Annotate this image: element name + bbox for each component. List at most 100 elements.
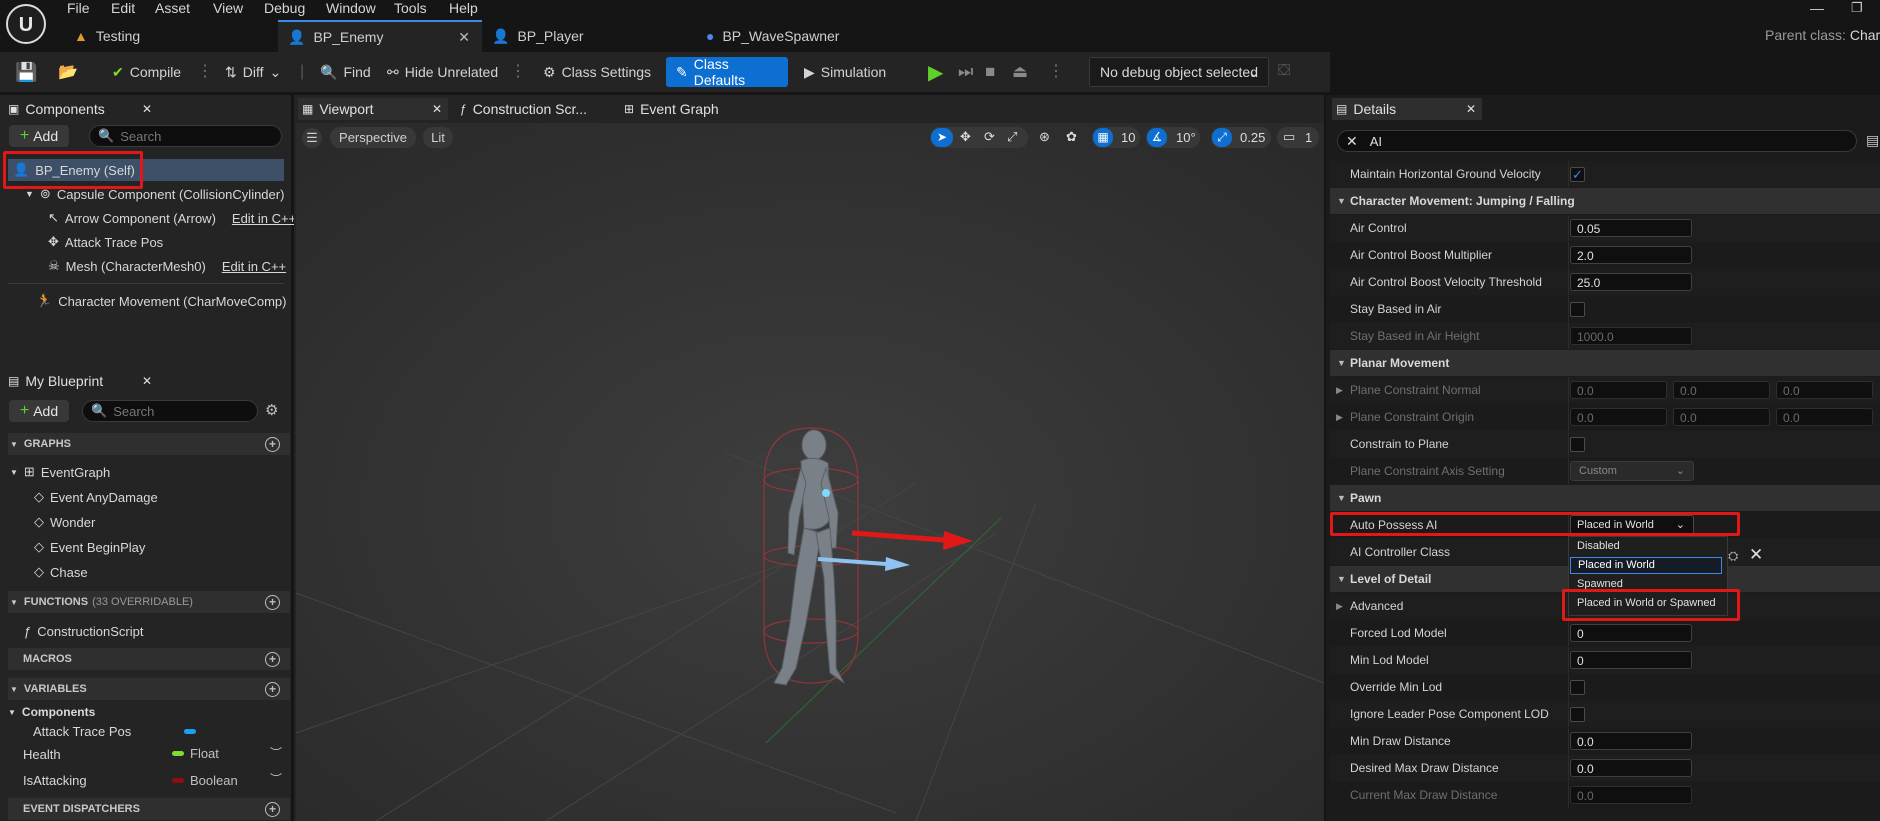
camera-icon[interactable]: ▭ bbox=[1283, 129, 1295, 145]
menu-help[interactable]: Help bbox=[449, 0, 478, 16]
functions-section[interactable]: ▼ FUNCTIONS (33 OVERRIDABLE) + bbox=[8, 591, 290, 613]
find-button[interactable]: 🔍 Find bbox=[320, 57, 371, 87]
tab-bp-player[interactable]: 👤 BP_Player bbox=[492, 20, 692, 52]
expand-arrow-icon[interactable]: ▶ bbox=[1336, 412, 1343, 423]
world-local-icon[interactable]: ⊛ bbox=[1039, 129, 1050, 145]
variable-row[interactable]: IsAttacking bbox=[23, 769, 87, 791]
menu-debug[interactable]: Debug bbox=[264, 0, 305, 16]
class-settings-button[interactable]: ⚙ Class Settings bbox=[543, 57, 651, 87]
vector-component-field[interactable]: 0.0 bbox=[1776, 381, 1873, 399]
play-icon[interactable]: ▶ bbox=[928, 57, 943, 87]
edit-in-cpp-link[interactable]: Edit in C++ bbox=[232, 211, 296, 226]
minimize-icon[interactable]: — bbox=[1810, 0, 1824, 16]
close-tab-icon[interactable]: ✕ bbox=[458, 29, 470, 46]
stop-icon[interactable]: ■ bbox=[985, 57, 995, 87]
debug-filter-icon[interactable]: ⛋ bbox=[1278, 62, 1290, 80]
viewport-tab[interactable]: ▦ Viewport ✕ bbox=[298, 98, 448, 120]
details-search-input[interactable]: ✕ AI bbox=[1337, 130, 1857, 152]
number-field[interactable]: 0.05 bbox=[1570, 219, 1692, 237]
clear-class-icon[interactable]: ✕ bbox=[1749, 545, 1763, 565]
save-icon[interactable]: 💾 bbox=[15, 57, 37, 87]
vector-component-field[interactable]: 0.0 bbox=[1776, 408, 1873, 426]
details-category[interactable]: ▼ Planar Movement bbox=[1330, 350, 1880, 376]
my-blueprint-tab[interactable]: ▤ My Blueprint ✕ bbox=[8, 370, 158, 392]
class-defaults-button[interactable]: ✎ Class Defaults bbox=[666, 56, 788, 88]
rotation-snap-value[interactable]: 10° bbox=[1176, 130, 1196, 145]
simulation-button[interactable]: ▶ Simulation bbox=[804, 57, 886, 87]
scale-tool-icon[interactable]: ⤢ bbox=[1007, 129, 1017, 145]
component-mesh[interactable]: ☠ Mesh (CharacterMesh0) Edit in C++ bbox=[48, 255, 286, 277]
rotate-tool-icon[interactable]: ⟳ bbox=[984, 129, 995, 145]
close-tab-icon[interactable]: ✕ bbox=[432, 102, 442, 116]
dropdown-option-selected[interactable]: Placed in World bbox=[1570, 557, 1722, 574]
select-tool-icon[interactable]: ➤ bbox=[931, 128, 953, 147]
rotation-snap-icon[interactable]: ∡ bbox=[1147, 128, 1167, 147]
graphs-section[interactable]: ▼ GRAPHS + bbox=[8, 433, 290, 455]
clear-search-icon[interactable]: ✕ bbox=[1346, 133, 1358, 150]
variable-expose-icon[interactable]: ︶ bbox=[270, 744, 282, 761]
event-item[interactable]: ◇ Wonder bbox=[34, 511, 95, 533]
number-field[interactable]: 0 bbox=[1570, 651, 1692, 669]
number-field[interactable]: 1000.0 bbox=[1570, 327, 1692, 345]
number-field[interactable]: 2.0 bbox=[1570, 246, 1692, 264]
lit-button[interactable]: Lit bbox=[423, 127, 453, 148]
number-field[interactable]: 25.0 bbox=[1570, 273, 1692, 291]
advance-frame-icon[interactable]: ⏭ bbox=[958, 57, 973, 87]
compile-button[interactable]: ✔ Compile bbox=[112, 57, 181, 87]
close-panel-icon[interactable]: ✕ bbox=[142, 102, 152, 116]
menu-window[interactable]: Window bbox=[326, 0, 376, 16]
camera-speed-value[interactable]: 1 bbox=[1305, 130, 1312, 145]
details-category[interactable]: ▼ Pawn bbox=[1330, 485, 1880, 511]
diff-button[interactable]: ⇅ Diff ⌄ bbox=[225, 57, 281, 87]
axis-setting-dropdown[interactable]: Custom ⌄ bbox=[1570, 461, 1694, 481]
variable-row[interactable]: Attack Trace Pos bbox=[33, 720, 131, 742]
menu-edit[interactable]: Edit bbox=[111, 0, 135, 16]
perspective-button[interactable]: Perspective bbox=[330, 127, 416, 148]
menu-file[interactable]: File bbox=[67, 0, 90, 16]
tab-testing[interactable]: ▲ Testing bbox=[70, 20, 274, 52]
event-item[interactable]: ◇ Event AnyDamage bbox=[34, 486, 158, 508]
vector-component-field[interactable]: 0.0 bbox=[1673, 408, 1770, 426]
number-field[interactable]: 0 bbox=[1570, 624, 1692, 642]
add-blueprint-item-button[interactable]: + Add bbox=[9, 400, 69, 422]
add-function-icon[interactable]: + bbox=[265, 594, 280, 610]
tab-bp-wavespawner[interactable]: ● BP_WaveSpawner bbox=[706, 20, 926, 52]
settings-gear-icon[interactable]: ⚙ bbox=[265, 401, 278, 419]
property-checkbox[interactable]: ✓ bbox=[1570, 166, 1585, 182]
move-tool-icon[interactable]: ✥ bbox=[960, 129, 971, 145]
component-capsule[interactable]: ▼ ⊚ Capsule Component (CollisionCylinder… bbox=[25, 183, 284, 205]
close-panel-icon[interactable]: ✕ bbox=[1466, 102, 1476, 116]
expand-arrow-icon[interactable]: ▶ bbox=[1336, 385, 1343, 396]
add-graph-icon[interactable]: + bbox=[265, 436, 280, 452]
viewport-3d[interactable] bbox=[296, 123, 1324, 821]
event-item[interactable]: ◇ Event BeginPlay bbox=[34, 536, 145, 558]
play-options-icon[interactable]: ⋮ bbox=[1048, 60, 1064, 84]
hide-options-icon[interactable]: ⋮ bbox=[510, 60, 526, 84]
tab-bp-enemy[interactable]: 👤 BP_Enemy ✕ bbox=[278, 20, 482, 52]
number-field[interactable]: 0.0 bbox=[1570, 786, 1692, 804]
component-character-movement[interactable]: 🏃 Character Movement (CharMoveComp) bbox=[36, 290, 286, 312]
component-attack-trace-pos[interactable]: ✥ Attack Trace Pos bbox=[48, 231, 163, 253]
vector-component-field[interactable]: 0.0 bbox=[1673, 381, 1770, 399]
variable-type-label[interactable]: Boolean bbox=[190, 773, 238, 788]
compile-options-icon[interactable]: ⋮ bbox=[197, 60, 213, 84]
property-checkbox[interactable] bbox=[1570, 706, 1585, 722]
add-variable-icon[interactable]: + bbox=[265, 681, 280, 697]
event-graph-item[interactable]: ▼ ⊞ EventGraph bbox=[10, 461, 110, 483]
construction-script-tab[interactable]: ƒ Construction Scr... bbox=[460, 98, 610, 120]
details-tab[interactable]: ▤ Details ✕ bbox=[1332, 98, 1482, 120]
surface-snap-icon[interactable]: ✿ bbox=[1066, 129, 1077, 145]
macros-section[interactable]: MACROS + bbox=[8, 648, 290, 670]
my-blueprint-search-input[interactable]: 🔍 Search bbox=[82, 400, 258, 422]
browse-icon[interactable]: 📂 bbox=[58, 57, 78, 87]
close-panel-icon[interactable]: ✕ bbox=[142, 374, 152, 388]
components-search-input[interactable]: 🔍 Search bbox=[89, 125, 282, 147]
edit-in-cpp-link[interactable]: Edit in C++ bbox=[222, 259, 286, 274]
grid-snap-value[interactable]: 10 bbox=[1121, 130, 1135, 145]
construction-script-item[interactable]: ƒ ConstructionScript bbox=[24, 620, 143, 642]
menu-tools[interactable]: Tools bbox=[394, 0, 427, 16]
event-item[interactable]: ◇ Chase bbox=[34, 561, 88, 583]
add-component-button[interactable]: + Add bbox=[9, 125, 69, 147]
component-arrow[interactable]: ↖ Arrow Component (Arrow) Edit in C++ bbox=[48, 207, 296, 229]
property-checkbox[interactable] bbox=[1570, 436, 1585, 452]
